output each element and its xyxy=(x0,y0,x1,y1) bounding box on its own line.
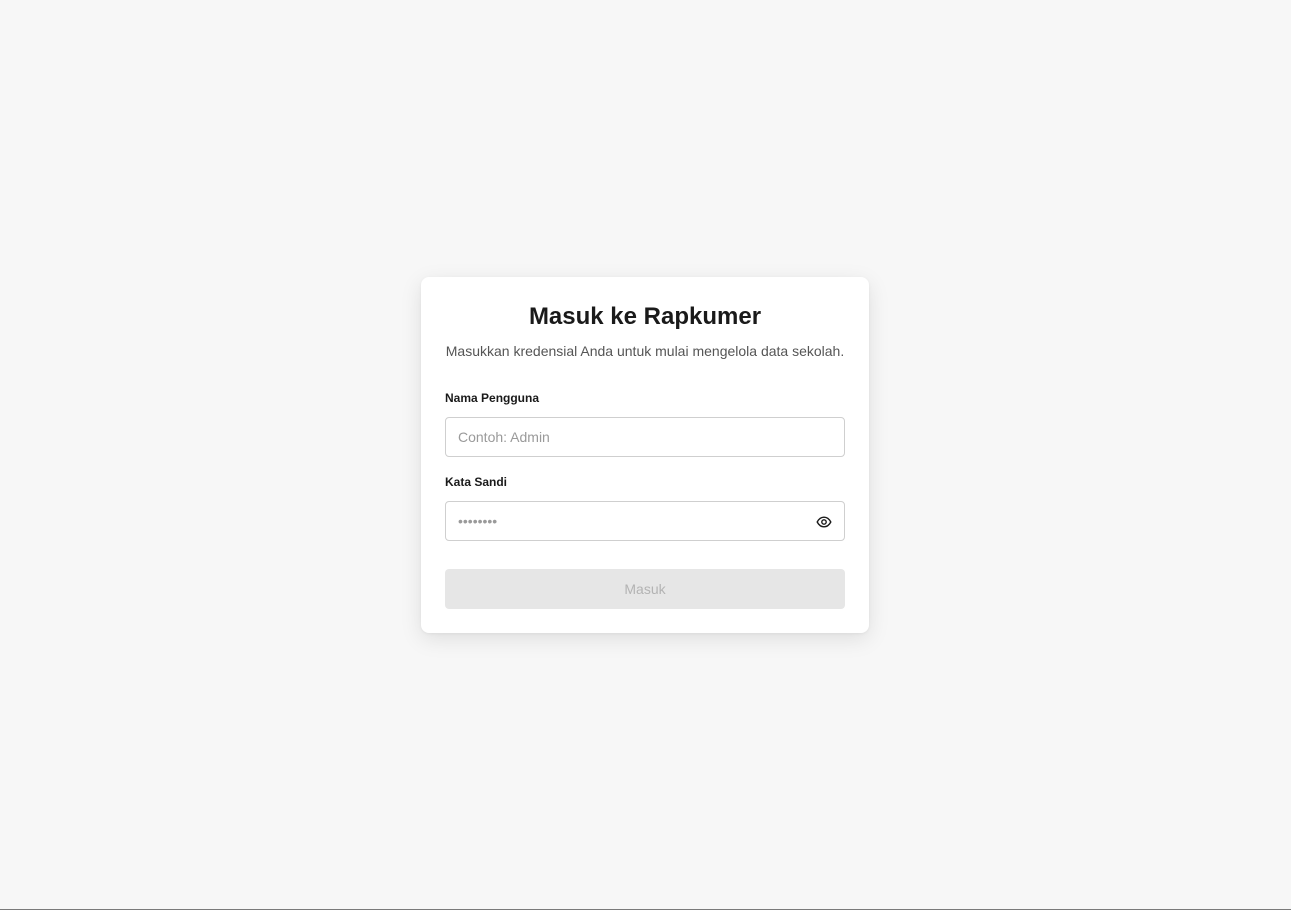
login-title: Masuk ke Rapkumer xyxy=(528,303,762,330)
username-label: Nama Pengguna xyxy=(445,391,540,405)
password-input[interactable] xyxy=(446,502,844,540)
login-card: Masuk ke Rapkumer Masukkan kredensial An… xyxy=(421,277,869,633)
login-subtitle: Masukkan kredensial Anda untuk mulai men… xyxy=(445,343,845,359)
username-input[interactable] xyxy=(446,418,844,456)
eye-icon[interactable] xyxy=(816,514,832,530)
password-field-wrapper xyxy=(445,501,845,541)
username-field-wrapper xyxy=(445,417,845,457)
login-submit-button[interactable]: Masuk xyxy=(445,569,845,609)
password-label: Kata Sandi xyxy=(445,475,508,489)
page: Masuk ke Rapkumer Masukkan kredensial An… xyxy=(0,0,1291,910)
